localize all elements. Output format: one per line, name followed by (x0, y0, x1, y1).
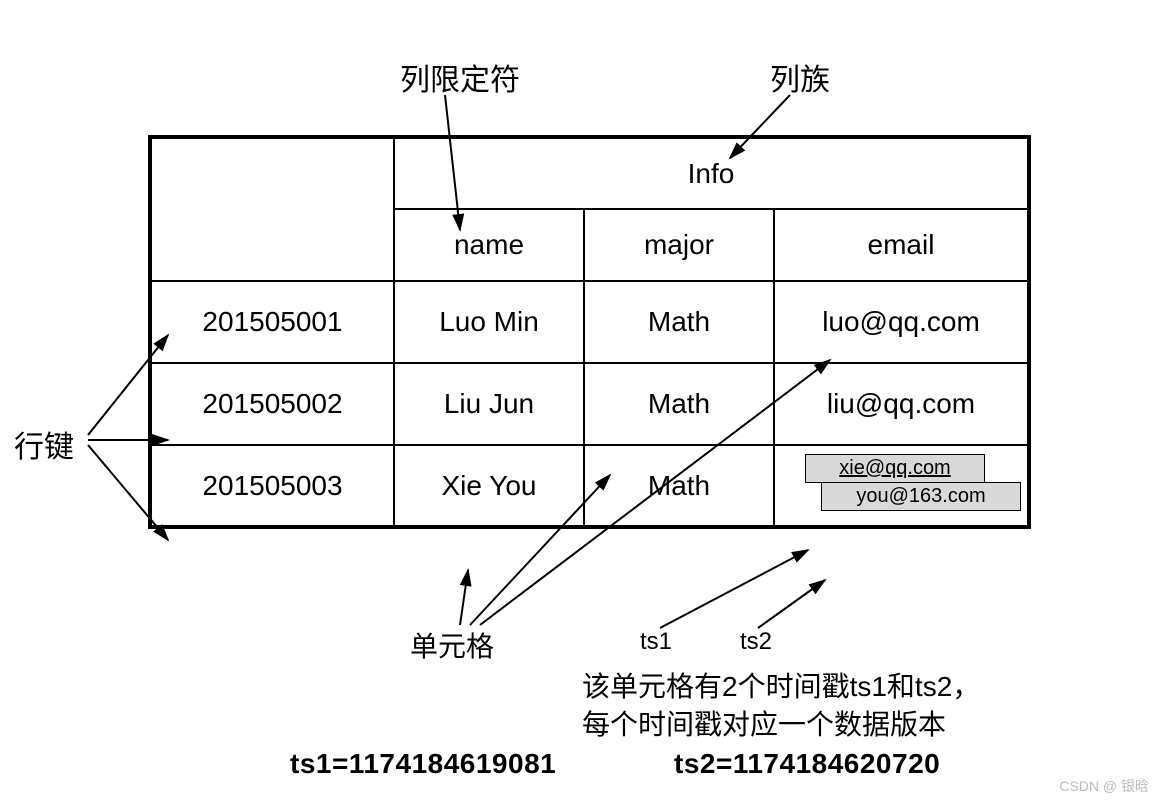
description-line-2: 每个时间戳对应一个数据版本 (582, 703, 946, 743)
ts1-value: ts1=1174184619081 (290, 748, 556, 780)
watermark: CSDN @ 银晗 (1059, 776, 1149, 796)
name-cell: Xie You (394, 445, 584, 527)
ts1-label: ts1 (640, 628, 672, 656)
email-cell: liu@qq.com (774, 363, 1029, 445)
email-cell: luo@qq.com (774, 281, 1029, 363)
name-cell: Liu Jun (394, 363, 584, 445)
rowkey-header-blank (150, 137, 394, 281)
col-major: major (584, 209, 774, 281)
email-cell-versions: xie@qq.com you@163.com (774, 445, 1029, 527)
column-family-label: 列族 (770, 55, 830, 99)
table-row: 201505002 Liu Jun Math liu@qq.com (150, 363, 1029, 445)
column-qualifier-label: 列限定符 (400, 55, 520, 99)
rowkey-cell: 201505003 (150, 445, 394, 527)
major-cell: Math (584, 445, 774, 527)
hbase-table: Info name major email 201505001 Luo Min … (148, 135, 1031, 529)
table-row: 201505003 Xie You Math xie@qq.com you@16… (150, 445, 1029, 527)
cell-label: 单元格 (410, 625, 494, 665)
col-name: name (394, 209, 584, 281)
rowkey-cell: 201505002 (150, 363, 394, 445)
description-line-1: 该单元格有2个时间戳ts1和ts2， (582, 665, 980, 705)
major-cell: Math (584, 363, 774, 445)
ts2-label: ts2 (740, 628, 772, 656)
table-row: 201505001 Luo Min Math luo@qq.com (150, 281, 1029, 363)
ts2-value: ts2=1174184620720 (674, 748, 940, 780)
major-cell: Math (584, 281, 774, 363)
row-key-label: 行键 (14, 422, 74, 466)
name-cell: Luo Min (394, 281, 584, 363)
rowkey-cell: 201505001 (150, 281, 394, 363)
email-version-ts2: you@163.com (821, 482, 1021, 511)
email-version-ts1: xie@qq.com (805, 454, 985, 483)
column-family-header: Info (394, 137, 1029, 209)
col-email: email (774, 209, 1029, 281)
